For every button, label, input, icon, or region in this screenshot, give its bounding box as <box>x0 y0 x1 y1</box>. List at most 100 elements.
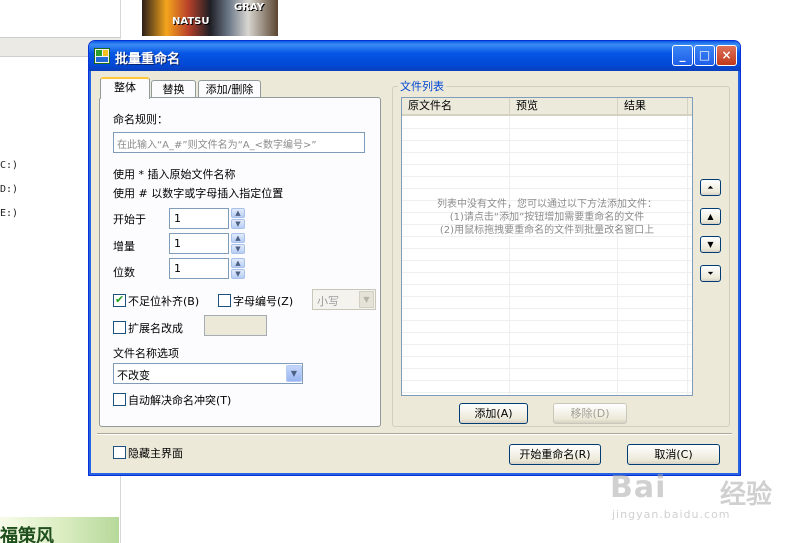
chevron-down-icon: ▼ <box>359 291 374 308</box>
case-select[interactable]: 小写 ▼ <box>312 289 376 310</box>
watermark-logo: Bai <box>610 470 667 505</box>
column-header-original[interactable]: 原文件名 <box>402 98 510 116</box>
digits-input[interactable]: 1 <box>169 258 229 279</box>
pad-zero-checkbox[interactable] <box>113 293 126 307</box>
step-value: 1 <box>174 237 181 250</box>
extension-input[interactable] <box>204 315 267 336</box>
grid-line <box>402 332 692 333</box>
move-top-icon: ⏶ <box>707 183 714 192</box>
extension-checkbox[interactable] <box>113 321 126 334</box>
column-header-result[interactable]: 结果 <box>618 98 688 116</box>
grid-line <box>402 320 692 321</box>
grid-line <box>402 380 692 381</box>
grid-line <box>402 356 692 357</box>
thumbnail-text-1: NATSU <box>172 16 210 27</box>
drive-label-c[interactable]: C:) <box>0 160 18 171</box>
column-header-preview[interactable]: 预览 <box>510 98 618 116</box>
minimize-button[interactable]: _ <box>672 45 693 66</box>
thumbnail-text-2: GRAY <box>234 2 264 13</box>
grid-line <box>402 272 692 273</box>
rule-input[interactable]: 在此输入“A_#”则文件名为“A_<数字编号>” <box>113 132 365 153</box>
move-up-button[interactable]: ▲ <box>700 208 721 225</box>
grid-line <box>402 128 692 129</box>
extension-label[interactable]: 扩展名改成 <box>128 320 183 336</box>
filename-option-label: 文件名称选项 <box>113 347 179 360</box>
start-spinner[interactable]: ▲ ▼ <box>231 208 245 229</box>
window-title: 批量重命名 <box>115 52 181 67</box>
remove-button[interactable]: 移除(D) <box>553 403 627 424</box>
start-rename-button[interactable]: 开始重命名(R) <box>509 444 601 465</box>
tab-overall[interactable]: 整体 <box>100 77 150 99</box>
hide-main-label[interactable]: 隐藏主界面 <box>128 445 183 461</box>
app-icon <box>94 48 110 64</box>
filename-option-value: 不改变 <box>117 369 150 382</box>
drive-label-e[interactable]: E:) <box>0 208 18 219</box>
hint-asterisk: 使用 * 插入原始文件名称 <box>113 168 236 181</box>
rule-label: 命名规则： <box>113 113 168 126</box>
bottom-banner: 福策风 <box>0 517 119 543</box>
grid-line <box>402 296 692 297</box>
batch-rename-dialog: 批量重命名 _ □ × 整体 替换 添加/删除 命名规则： 在此输入“A_#”则… <box>88 40 741 476</box>
tab-add-delete[interactable]: 添加/删除 <box>198 80 261 98</box>
tab-replace[interactable]: 替换 <box>151 80 196 98</box>
filename-option-select[interactable]: 不改变 ▼ <box>113 363 303 384</box>
grid-line <box>402 308 692 309</box>
start-value: 1 <box>174 212 181 225</box>
grid-line <box>402 164 692 165</box>
footer-divider-highlight <box>97 434 732 435</box>
digits-label: 位数 <box>113 266 135 279</box>
column-divider <box>617 116 618 395</box>
grid-line <box>402 284 692 285</box>
move-bottom-icon: ⏷ <box>707 269 714 278</box>
add-button[interactable]: 添加(A) <box>459 403 528 424</box>
step-input[interactable]: 1 <box>169 233 229 254</box>
close-button[interactable]: × <box>716 45 737 66</box>
column-header-filler <box>688 98 692 116</box>
grid-line <box>402 368 692 369</box>
grid-line <box>402 152 692 153</box>
drive-label-d[interactable]: D:) <box>0 184 18 195</box>
tab-panel: 命名规则： 在此输入“A_#”则文件名为“A_<数字编号>” 使用 * 插入原始… <box>99 97 381 427</box>
watermark-label: 经验 <box>720 480 773 510</box>
grid-line <box>402 188 692 189</box>
column-divider <box>687 116 688 395</box>
chevron-down-icon: ▼ <box>286 365 302 382</box>
digits-value: 1 <box>174 262 181 275</box>
grid-line <box>402 176 692 177</box>
auto-resolve-label[interactable]: 自动解决命名冲突(T) <box>128 392 231 408</box>
image-thumbnail[interactable]: NATSU GRAY <box>142 0 278 36</box>
start-input[interactable]: 1 <box>169 208 229 229</box>
move-down-icon: ▼ <box>707 240 714 249</box>
step-spinner[interactable]: ▲ ▼ <box>231 233 245 254</box>
grid-line <box>402 236 692 237</box>
start-label: 开始于 <box>113 213 146 226</box>
hint-hash: 使用 # 以数字或字母插入指定位置 <box>113 187 284 200</box>
empty-hint-line-3: (2)用鼠标拖拽要重命名的文件到批量改名窗口上 <box>439 225 655 236</box>
letter-number-checkbox[interactable] <box>218 294 231 307</box>
rule-placeholder: 在此输入“A_#”则文件名为“A_<数字编号>” <box>117 140 317 151</box>
watermark: Bai 经验 jingyan.baidu.com <box>610 470 790 530</box>
digits-spinner[interactable]: ▲ ▼ <box>231 258 245 279</box>
title-bar[interactable]: 批量重命名 _ □ × <box>89 41 740 71</box>
auto-resolve-checkbox[interactable] <box>113 393 126 406</box>
move-bottom-button[interactable]: ⏷ <box>700 265 721 282</box>
step-label: 增量 <box>113 240 135 253</box>
cancel-button[interactable]: 取消(C) <box>627 444 720 465</box>
grid-line <box>402 140 692 141</box>
column-divider <box>509 116 510 395</box>
watermark-url: jingyan.baidu.com <box>612 508 731 521</box>
banner-text: 福策风 <box>0 526 54 543</box>
hide-main-checkbox[interactable] <box>113 446 126 459</box>
move-top-button[interactable]: ⏶ <box>700 179 721 196</box>
grid-line <box>402 344 692 345</box>
move-up-icon: ▲ <box>707 212 714 221</box>
move-down-button[interactable]: ▼ <box>700 236 721 253</box>
pad-zero-label[interactable]: 不足位补齐(B) <box>128 293 199 309</box>
grid-line <box>402 248 692 249</box>
maximize-button[interactable]: □ <box>694 45 715 66</box>
file-list-title: 文件列表 <box>398 78 446 94</box>
case-value: 小写 <box>317 295 339 308</box>
letter-number-label[interactable]: 字母编号(Z) <box>233 293 293 309</box>
grid-line <box>402 392 692 393</box>
file-list-view[interactable]: 原文件名 预览 结果 列表中没有文件，您可以通过以下方法添加文件： (1)请点击… <box>401 97 693 396</box>
